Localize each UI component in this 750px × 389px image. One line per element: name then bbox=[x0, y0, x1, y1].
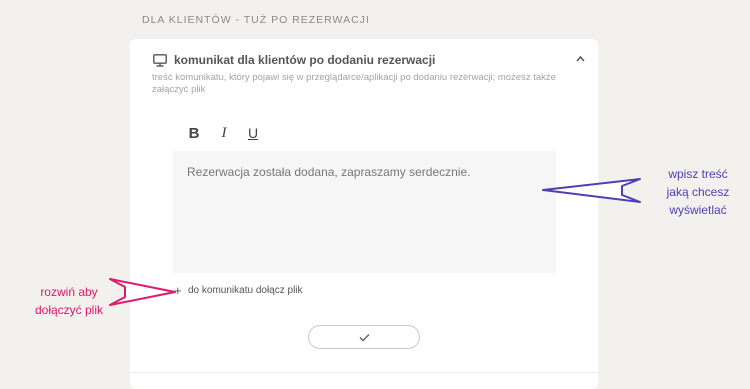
annotation-expand-attach: rozwiń aby dołączyć plik bbox=[24, 283, 114, 319]
annotation-line: jaką chcesz bbox=[666, 185, 730, 199]
annotation-line: dołączyć plik bbox=[34, 303, 104, 317]
annotation-type-message: wpisz treść jaką chcesz wyświetlać bbox=[650, 165, 746, 219]
annotation-line: wyświetlać bbox=[669, 203, 727, 217]
annotation-line: rozwiń aby bbox=[40, 285, 98, 299]
pink-arrow-icon bbox=[109, 278, 176, 306]
annotation-line: wpisz treść bbox=[668, 167, 728, 181]
